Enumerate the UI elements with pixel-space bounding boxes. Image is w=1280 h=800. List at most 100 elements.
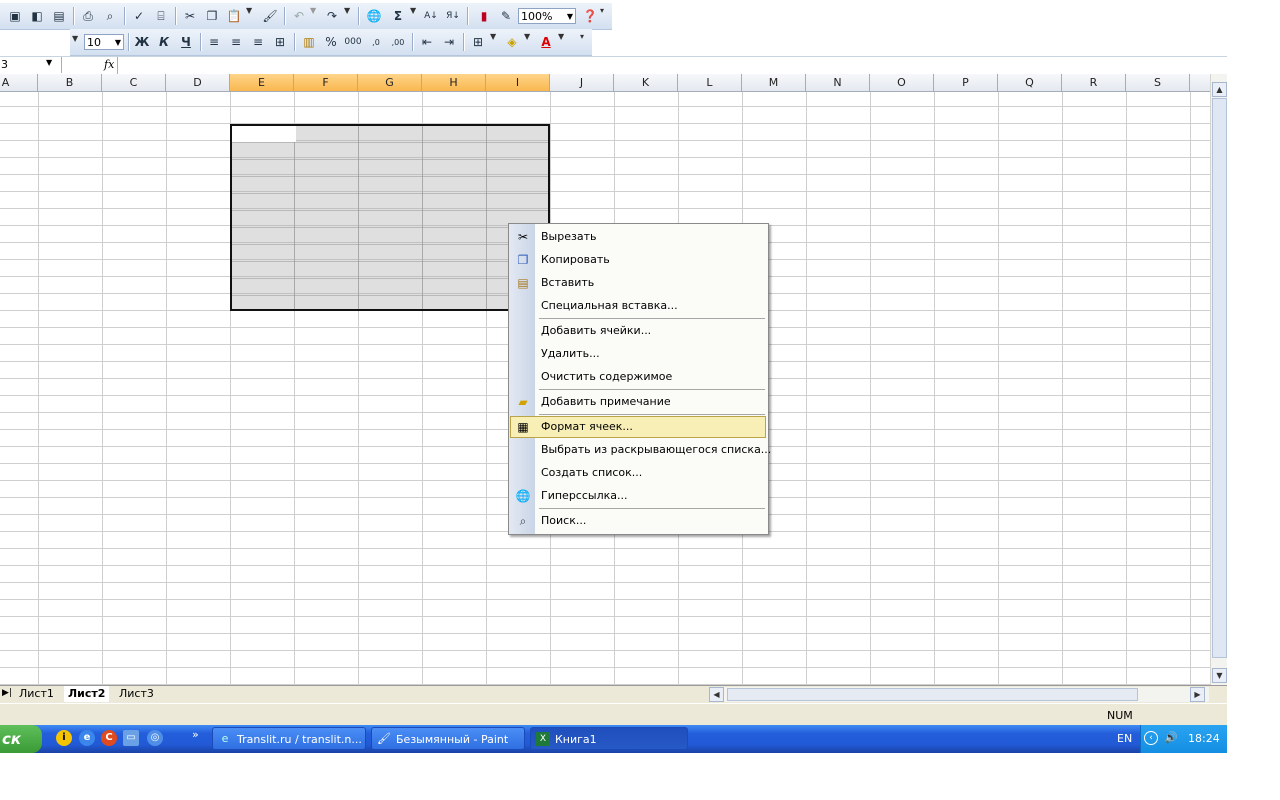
copy-icon[interactable]: ❐ bbox=[202, 6, 222, 26]
autosum-icon[interactable]: Σ bbox=[388, 6, 408, 26]
toolbar-options-icon[interactable]: ▾ bbox=[600, 6, 604, 15]
undo-icon[interactable]: ↶ bbox=[289, 6, 309, 26]
info-icon[interactable]: i bbox=[56, 730, 72, 746]
paste-icon[interactable]: 📋 bbox=[224, 6, 244, 26]
task-translit[interactable]: e Translit.ru / translit.n... bbox=[212, 727, 366, 750]
language-indicator[interactable]: EN bbox=[1117, 732, 1132, 745]
format-painter-icon[interactable]: 🖌 bbox=[260, 6, 280, 26]
menu-item-paste-special[interactable]: Специальная вставка... bbox=[510, 295, 766, 317]
italic-button[interactable]: К bbox=[154, 32, 174, 52]
column-header-f[interactable]: F bbox=[294, 74, 358, 91]
scroll-right-icon[interactable]: ▶ bbox=[1190, 687, 1205, 702]
align-center-icon[interactable]: ≡ bbox=[226, 32, 246, 52]
drawing-icon[interactable]: ✎ bbox=[496, 6, 516, 26]
column-header-j[interactable]: J bbox=[550, 74, 614, 91]
column-header-k[interactable]: K bbox=[614, 74, 678, 91]
scroll-up-icon[interactable]: ▲ bbox=[1212, 82, 1227, 97]
menu-item-hyperlink[interactable]: 🌐 Гиперссылка... bbox=[510, 485, 766, 507]
selected-range[interactable] bbox=[230, 124, 550, 311]
column-header-s[interactable]: S bbox=[1126, 74, 1190, 91]
help-icon[interactable]: ❓ bbox=[580, 6, 600, 26]
vertical-scrollbar[interactable]: ▲ ▼ bbox=[1210, 74, 1227, 685]
menu-item-create-list[interactable]: Создать список... bbox=[510, 462, 766, 484]
column-header-i[interactable]: I bbox=[486, 74, 550, 91]
increase-decimal-icon[interactable]: ,0 bbox=[366, 32, 386, 52]
vertical-scroll-thumb[interactable] bbox=[1212, 98, 1227, 658]
zoom-select[interactable]: 100% ▼ bbox=[518, 8, 576, 24]
menu-item-copy[interactable]: ❐ Копировать bbox=[510, 249, 766, 271]
horizontal-scroll-thumb[interactable] bbox=[727, 688, 1138, 701]
borders-dropdown-icon[interactable]: ▼ bbox=[490, 32, 496, 41]
media-icon[interactable]: ◎ bbox=[147, 730, 163, 746]
column-header-g[interactable]: G bbox=[358, 74, 422, 91]
column-header-b[interactable]: B bbox=[38, 74, 102, 91]
toolbar-options-icon[interactable]: ▾ bbox=[580, 32, 584, 41]
tray-expand-icon[interactable]: ‹ bbox=[1144, 731, 1158, 745]
redo-dropdown-icon[interactable]: ▼ bbox=[344, 6, 350, 15]
save-icon[interactable]: ▣ bbox=[5, 6, 25, 26]
menu-item-paste[interactable]: ▤ Вставить bbox=[510, 272, 766, 294]
chart-wizard-icon[interactable]: ▮ bbox=[474, 6, 494, 26]
column-header-d[interactable]: D bbox=[166, 74, 230, 91]
print-preview-icon[interactable]: ▤ bbox=[49, 6, 69, 26]
currency-icon[interactable]: ▥ bbox=[299, 32, 319, 52]
merge-center-icon[interactable]: ⊞ bbox=[270, 32, 290, 52]
hyperlink-icon[interactable]: 🌐 bbox=[364, 6, 384, 26]
menu-item-research[interactable]: ⌕ Поиск... bbox=[510, 510, 766, 532]
underline-button[interactable]: Ч bbox=[176, 32, 196, 52]
undo-dropdown-icon[interactable]: ▼ bbox=[310, 6, 316, 15]
scroll-down-icon[interactable]: ▼ bbox=[1212, 668, 1227, 683]
fill-color-icon[interactable]: ◈ bbox=[502, 32, 522, 52]
font-color-dropdown-icon[interactable]: ▼ bbox=[558, 32, 564, 41]
font-color-icon[interactable]: A bbox=[536, 32, 556, 52]
column-header-l[interactable]: L bbox=[678, 74, 742, 91]
thousands-button[interactable]: 000 bbox=[343, 32, 363, 52]
start-button[interactable]: ск bbox=[0, 725, 42, 753]
fill-color-dropdown-icon[interactable]: ▼ bbox=[524, 32, 530, 41]
column-header-n[interactable]: N bbox=[806, 74, 870, 91]
column-header-p[interactable]: P bbox=[934, 74, 998, 91]
sort-descending-icon[interactable]: Я↓ bbox=[443, 6, 463, 26]
menu-item-pick-from-list[interactable]: Выбрать из раскрывающегося списка... bbox=[510, 439, 771, 461]
zoom-dropdown-icon[interactable]: ▼ bbox=[567, 9, 573, 25]
task-paint[interactable]: 🖌 Безымянный - Paint bbox=[371, 727, 525, 750]
column-header-q[interactable]: Q bbox=[998, 74, 1062, 91]
name-box[interactable]: 3 bbox=[0, 57, 62, 73]
font-size-select[interactable]: 10 ▼ bbox=[84, 34, 124, 50]
scroll-left-icon[interactable]: ◀ bbox=[709, 687, 724, 702]
column-header-r[interactable]: R bbox=[1062, 74, 1126, 91]
sheet-tab-3[interactable]: Лист3 bbox=[115, 686, 158, 701]
font-name-dropdown-icon[interactable]: ▼ bbox=[72, 34, 78, 43]
sort-ascending-icon[interactable]: A↓ bbox=[421, 6, 441, 26]
percent-button[interactable]: % bbox=[321, 32, 341, 52]
task-excel[interactable]: X Книга1 bbox=[530, 727, 688, 750]
volume-icon[interactable]: 🔊 bbox=[1164, 731, 1178, 745]
quick-launch-more-icon[interactable]: » bbox=[192, 728, 199, 741]
research-icon[interactable]: ⌸ bbox=[151, 6, 171, 26]
paste-dropdown-icon[interactable]: ▼ bbox=[246, 6, 252, 15]
last-sheet-icon[interactable]: ▶| bbox=[2, 688, 12, 698]
print-icon[interactable]: ⎙ bbox=[78, 6, 98, 26]
bold-button[interactable]: Ж bbox=[132, 32, 152, 52]
align-right-icon[interactable]: ≡ bbox=[248, 32, 268, 52]
menu-item-clear-contents[interactable]: Очистить содержимое bbox=[510, 366, 766, 388]
menu-item-insert-cells[interactable]: Добавить ячейки... bbox=[510, 320, 766, 342]
active-cell[interactable] bbox=[232, 126, 296, 142]
sheet-tab-2[interactable]: Лист2 bbox=[64, 686, 110, 702]
decrease-indent-icon[interactable]: ⇤ bbox=[417, 32, 437, 52]
menu-item-delete[interactable]: Удалить... bbox=[510, 343, 766, 365]
insert-function-icon[interactable]: fx bbox=[104, 57, 114, 73]
permission-icon[interactable]: ◧ bbox=[27, 6, 47, 26]
borders-icon[interactable]: ⊞ bbox=[468, 32, 488, 52]
horizontal-scrollbar[interactable]: ◀ ▶ bbox=[709, 687, 1209, 702]
align-left-icon[interactable]: ≡ bbox=[204, 32, 224, 52]
column-header-o[interactable]: O bbox=[870, 74, 934, 91]
spelling-icon[interactable]: ✓ bbox=[129, 6, 149, 26]
column-header-a[interactable]: A bbox=[0, 74, 38, 91]
column-header-m[interactable]: M bbox=[742, 74, 806, 91]
decrease-decimal-icon[interactable]: ,00 bbox=[388, 32, 408, 52]
column-header-e[interactable]: E bbox=[230, 74, 294, 91]
autosum-dropdown-icon[interactable]: ▼ bbox=[410, 6, 416, 15]
redo-icon[interactable]: ↷ bbox=[322, 6, 342, 26]
desktop-icon[interactable]: ▭ bbox=[123, 730, 139, 746]
